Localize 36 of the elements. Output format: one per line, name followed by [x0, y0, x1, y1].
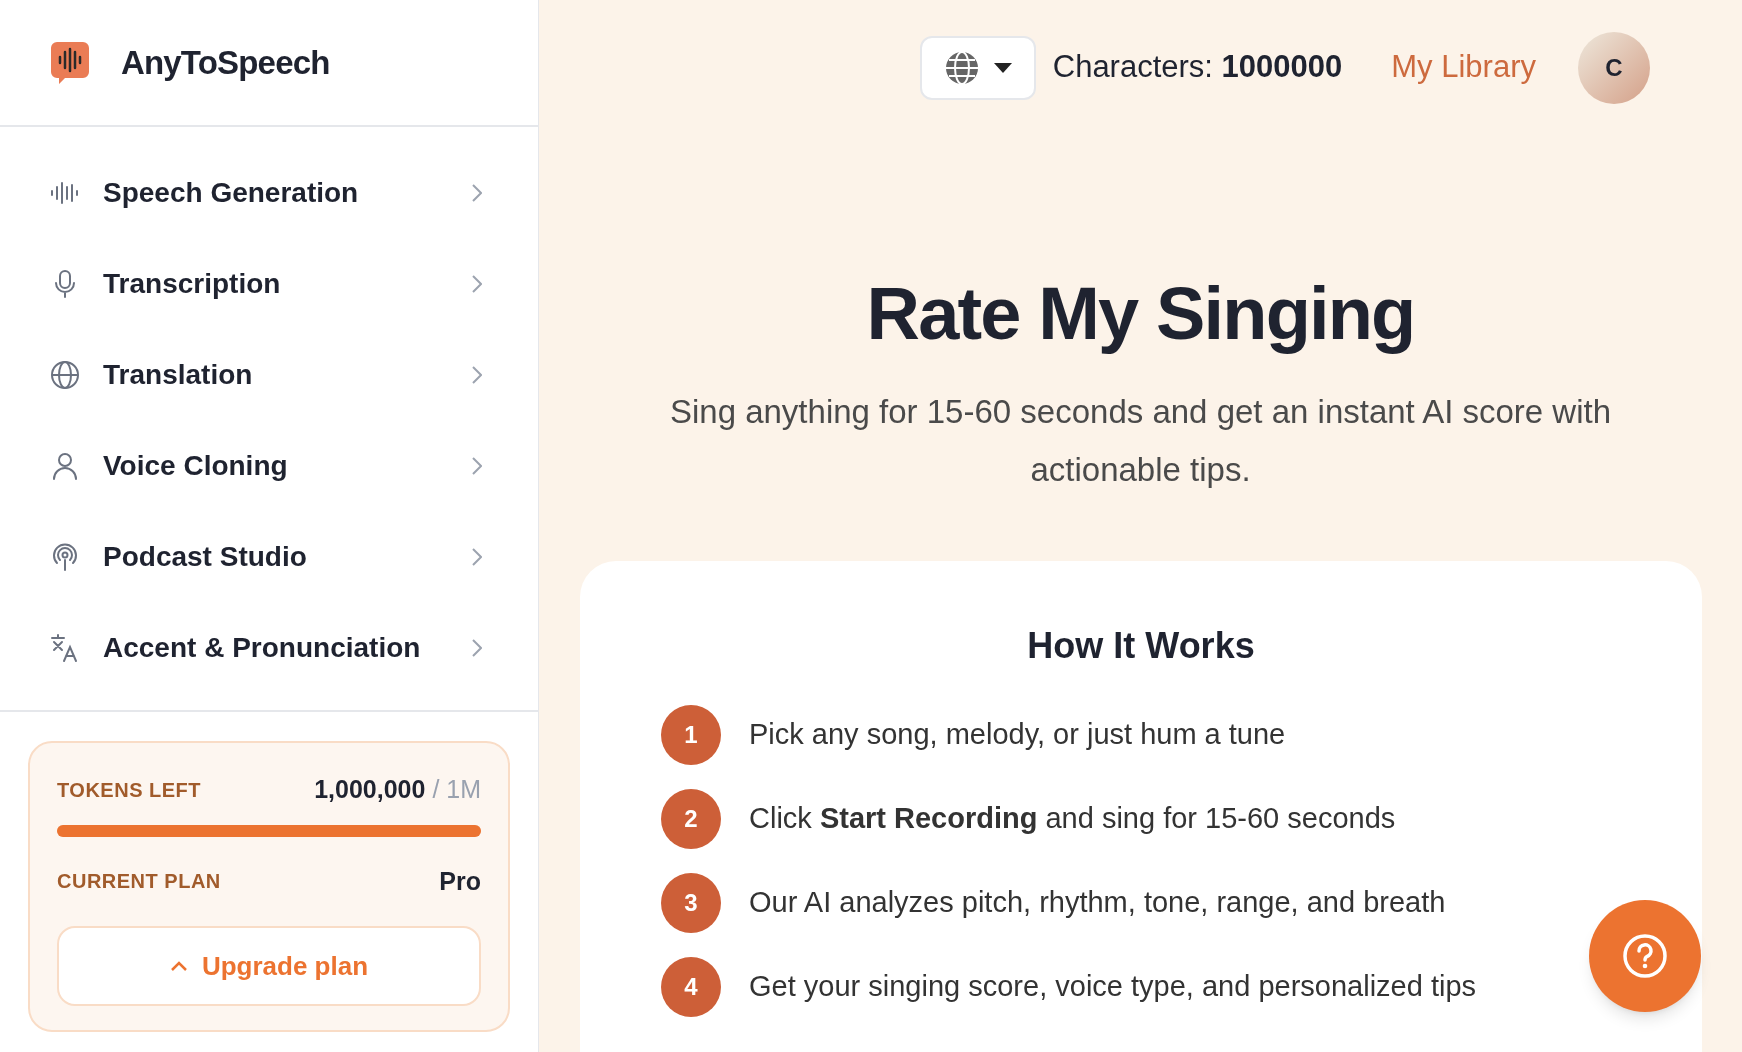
- nav-item[interactable]: Voice Cloning: [0, 420, 538, 511]
- user-avatar[interactable]: C: [1578, 31, 1650, 104]
- card-title: How It Works: [1026, 624, 1256, 668]
- step-text: Get your singing score, voice type, and personalized tips: [749, 969, 1476, 1005]
- step-number: 3: [661, 873, 721, 933]
- brand-name: AnyToSpeech: [121, 42, 330, 83]
- step-text: Pick any song, melody, or just hum a tune: [749, 717, 1286, 753]
- nav-item[interactable]: Speech Generation: [0, 147, 538, 238]
- step-text: Click Start Recording and sing for 15-60 seconds: [749, 801, 1396, 837]
- plan-label: CURRENT PLAN: [57, 869, 221, 895]
- caret-up-icon: [169, 960, 188, 972]
- logo-icon: [49, 39, 91, 86]
- tokens-label: TOKENS LEFT: [57, 777, 202, 803]
- chevron-right-icon: [472, 456, 482, 475]
- tokens-value: 1,000,000 / 1M: [314, 774, 481, 805]
- chevron-right-icon: [472, 638, 482, 657]
- language-dropdown[interactable]: [919, 35, 1036, 100]
- characters-count: Characters: 1000000: [1052, 48, 1343, 87]
- chevron-right-icon: [472, 365, 482, 384]
- step-text: Our AI analyzes pitch, rhythm, tone, range, and breath: [749, 885, 1446, 921]
- nav-item[interactable]: Translation: [0, 329, 538, 420]
- step-number: 4: [661, 957, 721, 1017]
- chevron-right-icon: [472, 274, 482, 293]
- nav-item[interactable]: Accent & Pronunciation: [0, 602, 538, 693]
- globe-icon: [49, 358, 81, 391]
- help-icon: [1621, 932, 1669, 980]
- plan-value: Pro: [439, 865, 481, 897]
- globe-icon: [943, 49, 980, 86]
- step-number: 2: [661, 789, 721, 849]
- page-subtitle: Sing anything for 15-60 seconds and get an instant AI score with actionable tips.: [668, 392, 1613, 490]
- nav-item[interactable]: Podcast Studio: [0, 511, 538, 602]
- chevron-right-icon: [472, 547, 482, 566]
- nav-item[interactable]: Transcription: [0, 238, 538, 329]
- caret-down-icon: [993, 62, 1012, 73]
- chevron-right-icon: [472, 183, 482, 202]
- step-number: 1: [661, 705, 721, 765]
